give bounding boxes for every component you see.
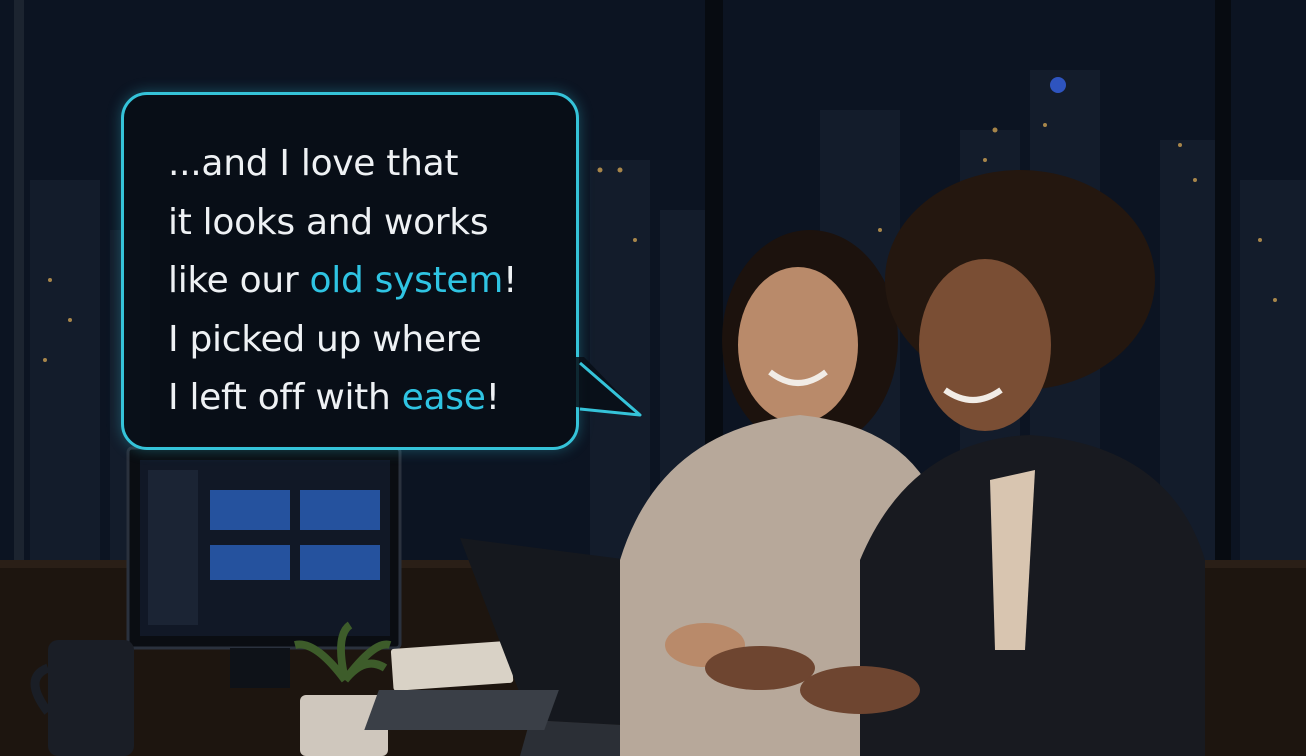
highlighted-phrase-old-system: old system xyxy=(309,260,504,301)
quote-line: ...and I love that xyxy=(168,135,576,194)
testimonial-quote: ...and I love that it looks and works li… xyxy=(168,135,576,428)
quote-text: like our xyxy=(168,260,310,301)
quote-text: ! xyxy=(503,260,518,301)
quote-text: it looks and works xyxy=(168,201,489,243)
quote-text: I left off with xyxy=(168,377,402,418)
quote-line: I left off with ease! xyxy=(168,369,576,428)
speech-bubble: ...and I love that it looks and works li… xyxy=(121,92,642,450)
quote-text: ! xyxy=(485,377,500,418)
speech-bubble-tail xyxy=(576,357,642,417)
blue-tower-light xyxy=(1050,77,1066,93)
quote-text: I picked up where xyxy=(168,318,482,360)
quote-line: it looks and works xyxy=(168,194,576,253)
highlighted-phrase-ease: ease xyxy=(401,377,486,418)
notebook xyxy=(390,640,514,691)
quote-line: I picked up where xyxy=(168,311,576,370)
quote-line: like our old system! xyxy=(168,252,576,311)
quote-text: ...and I love that xyxy=(168,143,459,184)
office-photo-scene: ...and I love that it looks and works li… xyxy=(0,0,1306,756)
coffee-mug xyxy=(30,640,134,756)
window-mullion-right xyxy=(1215,0,1231,560)
